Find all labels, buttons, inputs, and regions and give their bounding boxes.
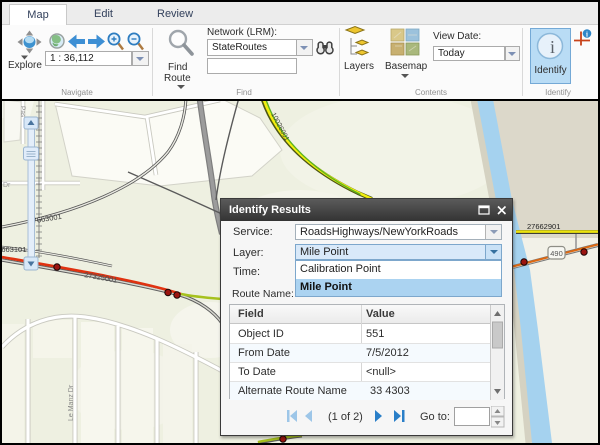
- svg-text:490: 490: [550, 249, 563, 258]
- svg-text:i: i: [586, 31, 588, 39]
- svg-text:Dr: Dr: [3, 182, 11, 189]
- svg-text:27663101: 27663101: [2, 245, 26, 254]
- svg-text:Le Manz Dr: Le Manz Dr: [68, 384, 75, 421]
- svg-text:Pas: Pas: [19, 106, 26, 118]
- svg-text:Identify: Identify: [534, 65, 566, 76]
- svg-text:i: i: [550, 37, 555, 57]
- svg-text:27662901: 27662901: [527, 222, 560, 231]
